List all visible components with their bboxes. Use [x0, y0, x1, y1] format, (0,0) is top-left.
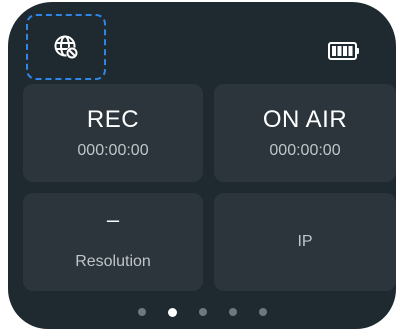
on-air-timer: 000:00:00	[269, 142, 341, 159]
page-dot-active[interactable]	[167, 307, 177, 317]
battery-full-icon	[328, 42, 359, 60]
ip-label: IP	[297, 233, 313, 250]
page-dot[interactable]	[198, 308, 207, 316]
rec-timer: 000:00:00	[77, 142, 149, 159]
resolution-tile[interactable]: – Resolution	[23, 193, 203, 291]
page-dot[interactable]	[258, 308, 267, 316]
ip-tile[interactable]: IP	[214, 193, 396, 291]
page-dot[interactable]	[228, 308, 237, 316]
on-air-tile[interactable]: ON AIR 000:00:00	[214, 84, 396, 182]
globe-blocked-icon	[54, 35, 78, 59]
network-status-button[interactable]	[26, 14, 106, 80]
device-screen: REC 000:00:00 ON AIR 000:00:00 – Resolut…	[8, 2, 396, 329]
rec-title: REC	[86, 106, 140, 133]
resolution-label: Resolution	[75, 253, 151, 270]
page-dot[interactable]	[137, 308, 146, 316]
resolution-value: –	[106, 207, 120, 232]
rec-tile[interactable]: REC 000:00:00	[23, 84, 203, 182]
on-air-title: ON AIR	[262, 106, 348, 133]
page-indicator	[8, 307, 396, 317]
